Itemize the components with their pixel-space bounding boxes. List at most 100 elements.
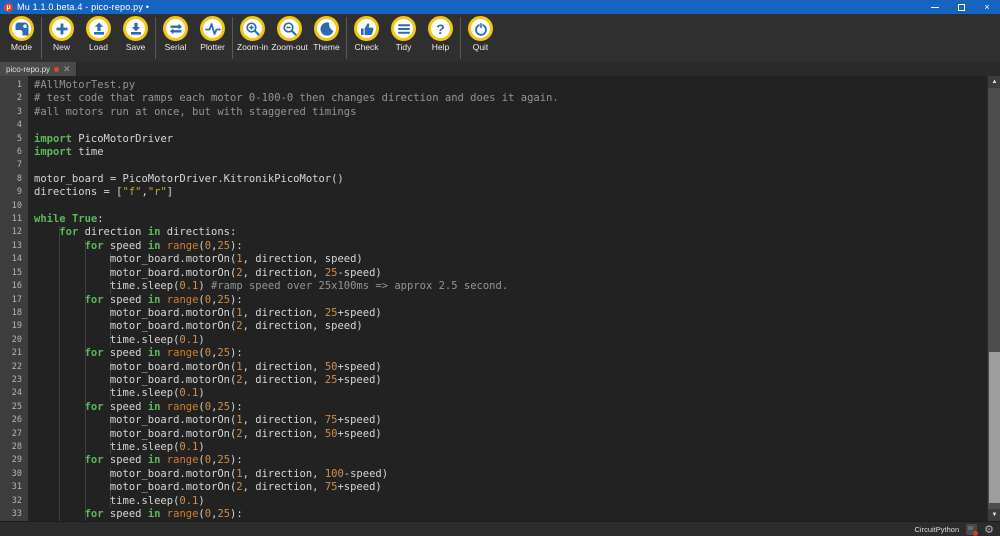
- line-number: 10: [11, 200, 22, 211]
- code-line[interactable]: 16 time.sleep(0.1) #ramp speed over 25x1…: [0, 280, 1000, 294]
- code-line[interactable]: 30 motor_board.motorOn(1, direction, 100…: [0, 467, 1000, 482]
- tidy-button[interactable]: Tidy: [385, 16, 422, 52]
- save-button-label: Save: [125, 42, 146, 52]
- theme-button-label: Theme: [313, 42, 340, 52]
- code-line[interactable]: 27 motor_board.motorOn(2, direction, 50+…: [0, 427, 1000, 441]
- new-button[interactable]: New: [43, 16, 80, 52]
- line-number: 31: [11, 482, 22, 493]
- check-button-label: Check: [354, 42, 379, 52]
- zoom-out-button[interactable]: Zoom-out: [271, 16, 308, 52]
- code-line[interactable]: 22 motor_board.motorOn(1, direction, 50+…: [0, 360, 1000, 374]
- code-line[interactable]: 29 for speed in range(0,25):: [0, 454, 1000, 468]
- line-number: 30: [11, 468, 22, 479]
- close-button[interactable]: ×: [974, 0, 1000, 14]
- device-status-icon[interactable]: [966, 523, 979, 536]
- mode-button[interactable]: Mode: [3, 16, 40, 52]
- line-number: 6: [16, 147, 22, 158]
- device-disconnected-dot: [973, 530, 979, 536]
- line-number: 20: [11, 334, 22, 345]
- code-line[interactable]: 17 for speed in range(0,25):: [0, 293, 1000, 307]
- line-number: 1: [16, 80, 22, 90]
- tab-close-icon[interactable]: ✕: [63, 64, 71, 74]
- code-line[interactable]: 20 time.sleep(0.1): [0, 333, 1000, 348]
- code-line[interactable]: 6 import time: [0, 146, 1000, 159]
- zoom-out-button-label: Zoom-out: [271, 42, 308, 52]
- tab-bar: pico-repo.py ✕: [0, 62, 1000, 76]
- code-line[interactable]: 23 motor_board.motorOn(2, direction, 25+…: [0, 373, 1000, 388]
- help-button-label: Help: [431, 42, 450, 52]
- code-line[interactable]: 21 for speed in range(0,25):: [0, 347, 1000, 361]
- quit-button[interactable]: Quit: [462, 16, 499, 52]
- waveform-icon: [204, 21, 221, 37]
- code-line[interactable]: 15 motor_board.motorOn(2, direction, 25-…: [0, 266, 1000, 281]
- theme-button[interactable]: Theme: [308, 16, 345, 52]
- code-line[interactable]: 32 time.sleep(0.1): [0, 494, 1000, 508]
- code-line[interactable]: 10: [0, 200, 1000, 213]
- plotter-button[interactable]: Plotter: [194, 16, 231, 52]
- line-number: 33: [11, 509, 22, 519]
- scroll-down-arrow[interactable]: ▼: [988, 509, 1000, 521]
- code-line[interactable]: 18 motor_board.motorOn(1, direction, 25+…: [0, 306, 1000, 321]
- load-button[interactable]: Load: [80, 16, 117, 52]
- settings-gear-icon[interactable]: ⚙: [984, 524, 994, 535]
- mode-button-label: Mode: [10, 42, 33, 52]
- line-number: 7: [16, 160, 22, 171]
- code-line[interactable]: 19 motor_board.motorOn(2, direction, spe…: [0, 320, 1000, 334]
- load-button-label: Load: [89, 42, 108, 52]
- code-line[interactable]: 24 time.sleep(0.1): [0, 387, 1000, 401]
- code-line[interactable]: 9 directions = ["f","r"]: [0, 186, 1000, 199]
- code-line[interactable]: 13 for speed in range(0,25):: [0, 239, 1000, 254]
- code-line[interactable]: 25 for speed in range(0,25):: [0, 400, 1000, 415]
- tidy-button-label: Tidy: [395, 42, 412, 52]
- zoom-in-button[interactable]: Zoom-in: [234, 16, 271, 52]
- line-number: 2: [16, 93, 22, 104]
- line-number: 5: [16, 133, 22, 144]
- code-line[interactable]: 2 # test code that ramps each motor 0-100…: [0, 92, 1000, 105]
- code-line[interactable]: 7: [0, 159, 1000, 172]
- line-number: 24: [11, 388, 22, 399]
- code-editor[interactable]: 1 #AllMotorTest.py 2 # test code that ramps…: [0, 76, 1000, 521]
- code-line[interactable]: 31 motor_board.motorOn(2, direction, 75+…: [0, 481, 1000, 495]
- new-file-icon: [54, 21, 70, 37]
- serial-button-label: Serial: [164, 42, 187, 52]
- line-number: 4: [16, 120, 22, 131]
- toolbar-divider: [232, 17, 233, 59]
- toolbar-divider: [155, 17, 156, 59]
- line-number: 32: [11, 495, 22, 506]
- scroll-up-arrow[interactable]: ▲: [988, 76, 1000, 88]
- code-lines[interactable]: 1 #AllMotorTest.py 2 # test code that ramps…: [0, 76, 1000, 521]
- serial-button[interactable]: Serial: [157, 16, 194, 52]
- serial-arrows-icon: [168, 21, 184, 37]
- save-button[interactable]: Save: [117, 16, 154, 52]
- mu-app-icon: μ: [4, 2, 13, 12]
- code-line[interactable]: 3 #all motors run at once, but with stagg…: [0, 106, 1000, 119]
- minimize-button[interactable]: [922, 0, 948, 14]
- question-mark-icon: ?: [436, 20, 445, 37]
- toolbar: Mode New Load Save Serial Plotter Zoom-i…: [0, 14, 1000, 62]
- plotter-button-label: Plotter: [200, 42, 225, 52]
- code-line[interactable]: 11 while True:: [0, 213, 1000, 226]
- quit-button-label: Quit: [472, 42, 489, 52]
- tab-label: pico-repo.py: [6, 64, 51, 74]
- check-button[interactable]: Check: [348, 16, 385, 52]
- code-line[interactable]: 26 motor_board.motorOn(1, direction, 75+…: [0, 414, 1000, 428]
- line-number: 18: [11, 307, 22, 318]
- line-number: 22: [11, 361, 22, 372]
- code-line[interactable]: 12 for direction in directions:: [0, 226, 1000, 240]
- toolbar-divider: [460, 17, 461, 59]
- tab-pico-repo[interactable]: pico-repo.py ✕: [0, 62, 77, 76]
- code-line[interactable]: 1 #AllMotorTest.py: [0, 79, 1000, 92]
- code-line[interactable]: 5 import PicoMotorDriver: [0, 133, 1000, 146]
- line-number: 15: [11, 267, 22, 278]
- download-icon: [128, 21, 144, 37]
- zoom-in-button-label: Zoom-in: [236, 42, 269, 52]
- code-line[interactable]: 8 motor_board = PicoMotorDriver.KitronikP…: [0, 173, 1000, 186]
- scrollbar-thumb[interactable]: [989, 351, 1000, 504]
- code-line[interactable]: 4: [0, 119, 1000, 132]
- code-line[interactable]: 33 for speed in range(0,25):: [0, 508, 1000, 521]
- code-line[interactable]: 14 motor_board.motorOn(1, direction, spe…: [0, 253, 1000, 267]
- vertical-scrollbar[interactable]: ▲ ▼: [987, 76, 1000, 521]
- maximize-button[interactable]: [948, 0, 974, 14]
- help-button[interactable]: ? Help: [422, 16, 459, 52]
- code-line[interactable]: 28 time.sleep(0.1): [0, 440, 1000, 455]
